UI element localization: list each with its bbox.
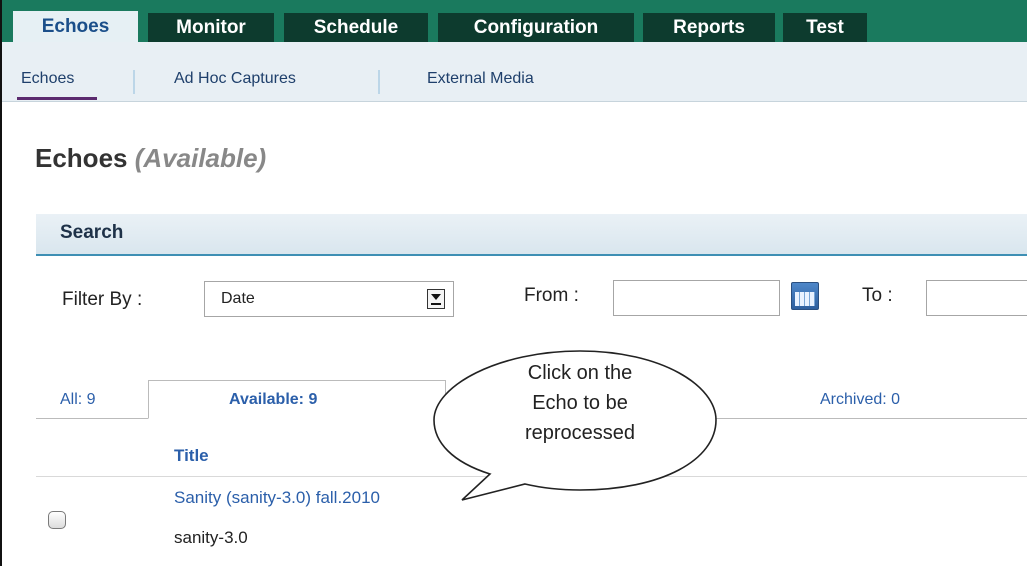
search-header-label: Search xyxy=(60,222,124,243)
status-tab-archived[interactable]: Archived: 0 xyxy=(820,391,900,409)
from-date-input[interactable] xyxy=(613,280,780,316)
to-label: To : xyxy=(862,285,893,306)
subnav-echoes[interactable]: Echoes xyxy=(21,70,74,88)
echo-subtitle: sanity-3.0 xyxy=(174,528,248,547)
callout-text: Click on the Echo to be reprocessed xyxy=(465,358,695,448)
tab-configuration[interactable]: Configuration xyxy=(438,13,634,42)
page-title-qualifier: (Available) xyxy=(134,143,267,173)
callout-line: Click on the xyxy=(527,362,633,384)
subnav-active-indicator xyxy=(17,97,97,100)
tab-reports[interactable]: Reports xyxy=(643,13,775,42)
from-label: From : xyxy=(524,285,579,306)
subnav-external-media[interactable]: External Media xyxy=(427,70,534,88)
tab-schedule[interactable]: Schedule xyxy=(284,13,428,42)
subnav-divider xyxy=(133,70,135,94)
tab-monitor[interactable]: Monitor xyxy=(148,13,274,42)
calendar-icon[interactable] xyxy=(791,282,819,310)
filter-by-value: Date xyxy=(221,290,255,307)
echo-title-link[interactable]: Sanity (sanity-3.0) fall.2010 xyxy=(174,488,380,508)
status-tab-available[interactable]: Available: 9 xyxy=(229,391,317,409)
chevron-down-icon[interactable] xyxy=(427,289,445,309)
search-section-header xyxy=(36,214,1027,256)
subnav-ad-hoc-captures[interactable]: Ad Hoc Captures xyxy=(174,70,296,88)
column-header-title[interactable]: Title xyxy=(174,446,209,466)
status-tab-all[interactable]: All: 9 xyxy=(60,391,96,409)
to-date-input[interactable] xyxy=(926,280,1027,316)
filter-by-label: Filter By : xyxy=(62,289,143,310)
subnav-divider xyxy=(378,70,380,94)
filter-by-select[interactable]: Date xyxy=(204,281,454,317)
tab-echoes[interactable]: Echoes xyxy=(13,11,138,43)
page-title: Echoes (Available) xyxy=(35,143,266,174)
page-title-main: Echoes xyxy=(35,143,128,173)
callout-line: Echo to be xyxy=(532,392,628,414)
tab-test[interactable]: Test xyxy=(783,13,867,42)
checkbox-icon[interactable] xyxy=(48,511,66,529)
callout-line: reprocessed xyxy=(524,422,636,444)
